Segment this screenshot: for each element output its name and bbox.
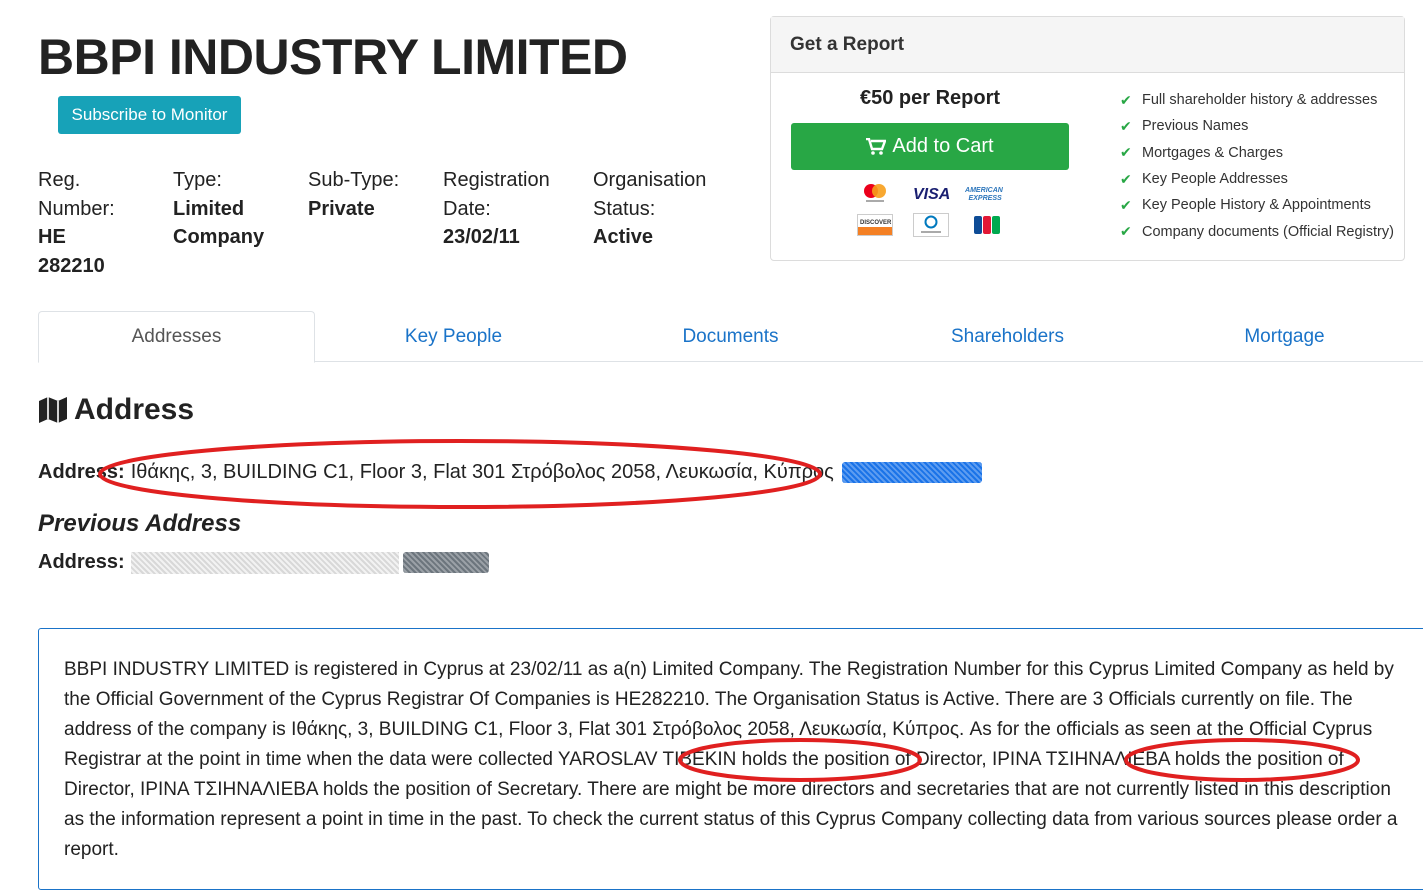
- type-field: Type: Limited Company: [173, 166, 264, 252]
- company-title: BBPI INDUSTRY LIMITED: [38, 29, 628, 85]
- diners-club-icon: [909, 213, 953, 237]
- blurred-previous-address: [130, 551, 399, 574]
- cart-icon: [866, 137, 887, 155]
- type-value-line: Limited: [173, 197, 245, 220]
- jcb-icon: [965, 213, 1009, 237]
- company-description: BBPI INDUSTRY LIMITED is registered in C…: [64, 659, 1398, 860]
- sub-type-label: Sub-Type:: [308, 169, 400, 191]
- report-price: €50 per Report: [859, 87, 1001, 109]
- reg-number-label-line: Number:: [38, 197, 115, 220]
- blurred-button[interactable]: [841, 462, 982, 483]
- visa-icon: VISA: [909, 181, 953, 205]
- map-icon: [39, 397, 67, 423]
- tab-documents[interactable]: Documents: [592, 311, 869, 362]
- current-address-row: Address: Ιθάκης, 3, BUILDING C1, Floor 3…: [38, 461, 982, 484]
- list-item: ✔ Full shareholder history & addresses: [1120, 87, 1394, 113]
- tab-key-people[interactable]: Key People: [315, 311, 592, 362]
- feature-label: Key People History & Appointments: [1142, 197, 1371, 214]
- reg-number-field: Reg. Number: HE 282210: [38, 166, 115, 280]
- sub-type-value: Private: [308, 197, 375, 220]
- subscribe-button[interactable]: Subscribe to Monitor: [58, 96, 241, 134]
- list-item: ✔ Mortgages & Charges: [1120, 140, 1394, 166]
- check-icon: ✔: [1120, 144, 1132, 161]
- check-icon: ✔: [1120, 91, 1132, 108]
- type-value-line: Company: [173, 226, 265, 248]
- add-to-cart-label: Add to Cart: [892, 135, 994, 157]
- check-icon: ✔: [1120, 170, 1132, 187]
- tab-mortgage[interactable]: Mortgage: [1146, 311, 1423, 362]
- previous-address-heading: Previous Address: [38, 510, 242, 537]
- section-tabs: Addresses Key People Documents Sharehold…: [38, 311, 1423, 363]
- check-icon: ✔: [1120, 196, 1132, 213]
- feature-label: Mortgages & Charges: [1142, 144, 1284, 161]
- svg-text:DISCOVER: DISCOVER: [860, 220, 892, 226]
- svg-text:AMERICAN: AMERICAN: [965, 187, 1004, 194]
- get-report-panel: Get a Report €50 per Report Add to Cart …: [770, 16, 1405, 261]
- payment-methods: VISA AMERICAN EXPRESS DISCOVER: [853, 181, 1017, 237]
- address-heading: Address: [38, 393, 194, 427]
- list-item: ✔ Previous Names: [1120, 113, 1394, 139]
- tab-addresses[interactable]: Addresses: [38, 311, 315, 363]
- registration-date-label-line: Registration: [443, 169, 550, 191]
- registration-date-label-line: Date:: [443, 197, 491, 220]
- company-description-box: BBPI INDUSTRY LIMITED is registered in C…: [38, 628, 1423, 890]
- blurred-button[interactable]: [402, 552, 489, 573]
- report-features-list: ✔ Full shareholder history & addresses ✔ P…: [1120, 87, 1394, 245]
- previous-address-label: Address:: [38, 551, 125, 573]
- add-to-cart-button[interactable]: Add to Cart: [791, 123, 1069, 170]
- list-item: ✔ Company documents (Official Registry): [1120, 218, 1394, 244]
- feature-label: Previous Names: [1142, 118, 1249, 135]
- organisation-status-value: Active: [593, 226, 654, 248]
- organisation-status-label-line: Organisation: [593, 169, 707, 191]
- organisation-status-label-line: Status:: [593, 197, 656, 220]
- reg-number-label-line: Reg.: [38, 169, 81, 191]
- registration-date-value: 23/02/11: [443, 226, 520, 248]
- feature-label: Full shareholder history & addresses: [1142, 92, 1378, 109]
- reg-number-value-line: HE: [38, 226, 66, 248]
- check-icon: ✔: [1120, 223, 1132, 240]
- type-label: Type:: [173, 169, 222, 191]
- feature-label: Key People Addresses: [1142, 171, 1288, 188]
- address-label: Address:: [38, 461, 125, 483]
- address-heading-text: Address: [74, 393, 195, 426]
- registration-date-field: Registration Date: 23/02/11: [443, 166, 550, 252]
- discover-icon: DISCOVER: [853, 213, 897, 237]
- address-value: Ιθάκης, 3, BUILDING C1, Floor 3, Flat 30…: [130, 461, 834, 483]
- tab-shareholders[interactable]: Shareholders: [869, 311, 1146, 362]
- american-express-icon: AMERICAN EXPRESS: [965, 181, 1009, 205]
- report-heading: Get a Report: [771, 17, 1404, 73]
- sub-type-field: Sub-Type: Private: [308, 166, 399, 223]
- check-icon: ✔: [1120, 117, 1132, 134]
- list-item: ✔ Key People History & Appointments: [1120, 192, 1394, 218]
- svg-text:VISA: VISA: [913, 186, 950, 203]
- reg-number-value-line: 282210: [38, 254, 105, 277]
- svg-text:EXPRESS: EXPRESS: [969, 195, 1003, 202]
- list-item: ✔ Key People Addresses: [1120, 166, 1394, 192]
- organisation-status-field: Organisation Status: Active: [593, 166, 706, 252]
- previous-address-row: Address:: [38, 551, 489, 574]
- mastercard-icon: [853, 181, 897, 205]
- feature-label: Company documents (Official Registry): [1142, 223, 1394, 240]
